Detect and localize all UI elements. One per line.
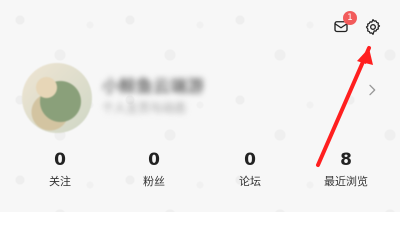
profile-name: 小鲸鱼云端游 — [102, 77, 204, 97]
stat-recent-label: 最近浏览 — [324, 175, 368, 188]
profile-section[interactable]: 小鲸鱼云端游 个人主页与动态 — [20, 57, 380, 137]
bottom-card — [0, 212, 400, 243]
avatar — [22, 63, 92, 133]
top-right-icons: 1 — [330, 11, 384, 38]
gear-icon — [365, 19, 381, 35]
message-button[interactable]: 1 — [330, 11, 357, 38]
profile-stats: 0 关注 0 粉丝 0 论坛 8 最近浏览 — [0, 150, 400, 198]
stat-following[interactable]: 0 关注 — [28, 150, 92, 189]
stat-fans-value: 0 — [148, 150, 160, 170]
stat-forum-value: 0 — [244, 150, 256, 170]
stat-forum-label: 论坛 — [239, 175, 261, 188]
stat-following-label: 关注 — [49, 175, 71, 188]
stat-recent[interactable]: 8 最近浏览 — [314, 150, 378, 189]
chevron-right-icon[interactable] — [364, 82, 380, 98]
stat-recent-value: 8 — [340, 150, 352, 170]
stat-fans[interactable]: 0 粉丝 — [122, 150, 186, 189]
stat-following-value: 0 — [54, 150, 66, 170]
message-badge: 1 — [343, 11, 357, 25]
profile-subline: 个人主页与动态 — [102, 101, 187, 115]
stat-forum[interactable]: 0 论坛 — [218, 150, 282, 189]
stat-fans-label: 粉丝 — [143, 175, 165, 188]
settings-button[interactable] — [362, 16, 384, 38]
